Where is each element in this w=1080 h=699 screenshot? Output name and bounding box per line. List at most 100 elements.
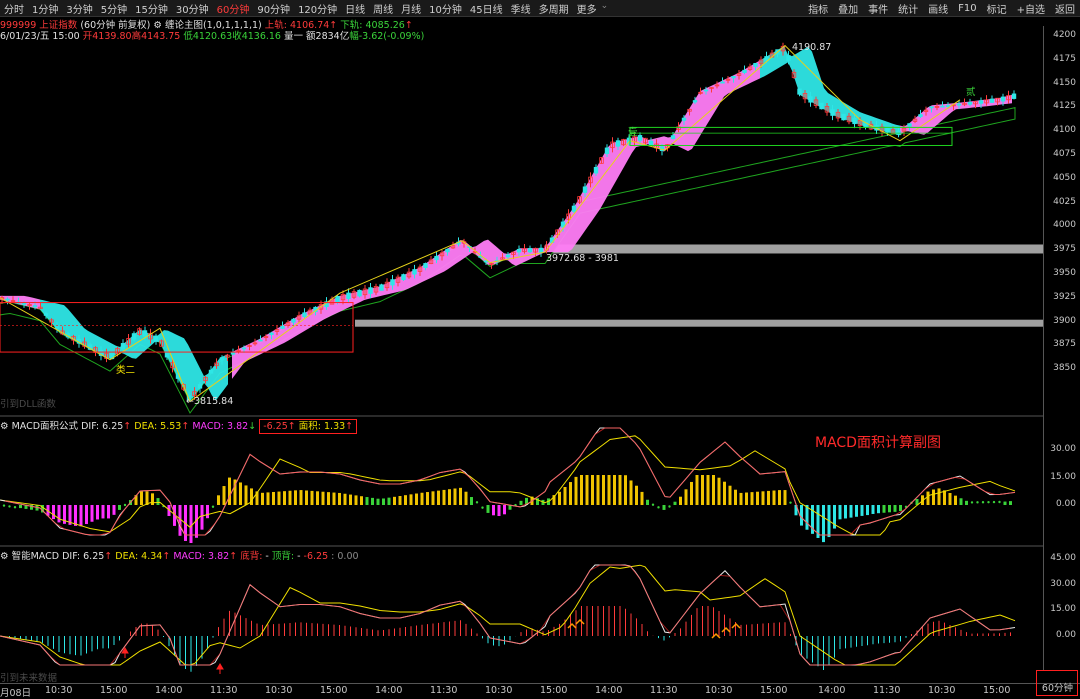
candle-body	[1000, 96, 1006, 102]
smart-macd-name[interactable]: 智能MACD	[12, 551, 59, 562]
x-tick-label: 10:30	[928, 685, 956, 696]
x-tick-label: 14:00	[595, 685, 623, 696]
hist-bar	[19, 505, 22, 509]
candle-body	[918, 114, 923, 117]
hist-bar	[613, 475, 616, 505]
hist-bar	[877, 505, 880, 514]
y-tick-label: 4100	[1053, 125, 1076, 136]
hist-bar	[959, 498, 963, 505]
y-tick-label: 0.00	[1055, 499, 1076, 509]
y-tick-label: 4150	[1053, 77, 1076, 88]
candle-body	[764, 56, 769, 61]
hist-bar	[563, 487, 567, 505]
hist-bar	[239, 482, 242, 505]
x-tick-label: 15:00	[983, 685, 1011, 696]
y-tick-label: 3950	[1053, 268, 1076, 278]
hist-bar	[156, 498, 160, 505]
hist-bar	[431, 491, 435, 505]
hist-bar	[409, 494, 413, 505]
hist-bar	[662, 505, 666, 510]
hist-bar	[283, 491, 286, 505]
hist-bar	[635, 485, 638, 505]
x-tick-label: 14:00	[155, 685, 183, 696]
hist-bar	[57, 505, 61, 523]
hist-bar	[244, 485, 248, 505]
candle-body	[280, 325, 285, 329]
candle-body	[681, 117, 687, 121]
hist-bar	[767, 490, 770, 505]
x-tick-label: 15:00	[540, 685, 568, 696]
area-value: 面积: 1.33	[298, 421, 346, 432]
candle-body	[786, 55, 791, 61]
candle-body	[703, 89, 709, 92]
x-tick-label: 14:00	[818, 685, 846, 696]
hist-bar	[118, 505, 121, 510]
hist-bar	[844, 505, 847, 519]
candle-body	[582, 186, 588, 193]
macd-value: MACD: 3.82	[192, 421, 249, 432]
hist-bar	[937, 488, 941, 505]
hist-bar	[926, 491, 930, 505]
y-tick-label: 3900	[1053, 315, 1076, 326]
hist-bar	[932, 489, 935, 505]
candle-body	[929, 106, 934, 109]
macd-area-name[interactable]: MACD面积公式	[12, 421, 78, 432]
hist-bar	[101, 505, 105, 519]
price-axis[interactable]: 4200 4175 4150 4125 4100 4075 4050 4025 4000 3975…	[1043, 26, 1080, 671]
time-axis[interactable]: 月08日 10:30 15:00 14:00 11:30 10:30 15:00 14:00 1…	[0, 683, 1080, 699]
toolbar-button[interactable]: 返回	[1050, 1, 1080, 16]
settings-icon[interactable]: ⚙	[0, 551, 9, 562]
hist-bar	[618, 475, 622, 505]
dif-line-red-2	[0, 564, 1011, 666]
candle-body	[219, 357, 225, 361]
hist-bar	[151, 493, 154, 505]
hist-bar	[558, 491, 561, 505]
hist-bar	[1009, 501, 1012, 505]
hist-bar	[899, 505, 902, 512]
hist-bar	[717, 477, 721, 505]
hist-bar	[112, 505, 116, 515]
hist-bar	[85, 505, 88, 525]
hist-bar	[849, 505, 853, 518]
hist-dot	[976, 501, 979, 504]
y-tick-label: 4200	[1053, 30, 1076, 40]
hist-dot	[981, 501, 985, 504]
hist-bar	[332, 492, 336, 505]
candle-body	[978, 100, 984, 104]
hist-dot	[789, 501, 792, 504]
hist-bar	[1003, 501, 1007, 505]
hist-bar	[222, 486, 226, 505]
y-tick-label: 4075	[1053, 149, 1076, 159]
candle-body	[742, 69, 747, 73]
y-tick-label: 3975	[1053, 244, 1076, 255]
candle-body	[505, 254, 511, 258]
hist-bar	[464, 491, 468, 505]
hist-bar	[360, 496, 363, 505]
hist-bar	[437, 490, 440, 505]
y-tick-label: 4050	[1053, 172, 1076, 183]
signal-icon	[575, 618, 585, 625]
candle-body	[483, 260, 489, 263]
hist-bar	[585, 475, 589, 505]
resistance-band	[545, 244, 1044, 254]
hist-bar	[860, 505, 864, 516]
hist-bar	[888, 505, 891, 513]
y-tick-label: 3925	[1053, 291, 1076, 302]
settings-icon[interactable]: ⚙	[0, 421, 9, 432]
period-badge[interactable]: 60分钟	[1036, 670, 1078, 696]
bottom-div: 底背:	[240, 551, 263, 562]
candle-body	[945, 105, 951, 107]
hist-bar	[673, 501, 677, 505]
candle-body	[753, 62, 758, 67]
hist-bar	[470, 497, 473, 505]
hist-bar	[310, 490, 314, 505]
y-tick-label: 15.00	[1050, 604, 1076, 614]
hist-bar	[294, 490, 297, 505]
candle-body	[720, 81, 725, 84]
hist-bar	[277, 491, 281, 505]
hist-bar	[646, 499, 649, 505]
candle-body	[434, 255, 439, 261]
chart-canvas[interactable]	[0, 0, 1044, 697]
hist-bar	[943, 490, 946, 505]
candle-body	[21, 302, 27, 305]
